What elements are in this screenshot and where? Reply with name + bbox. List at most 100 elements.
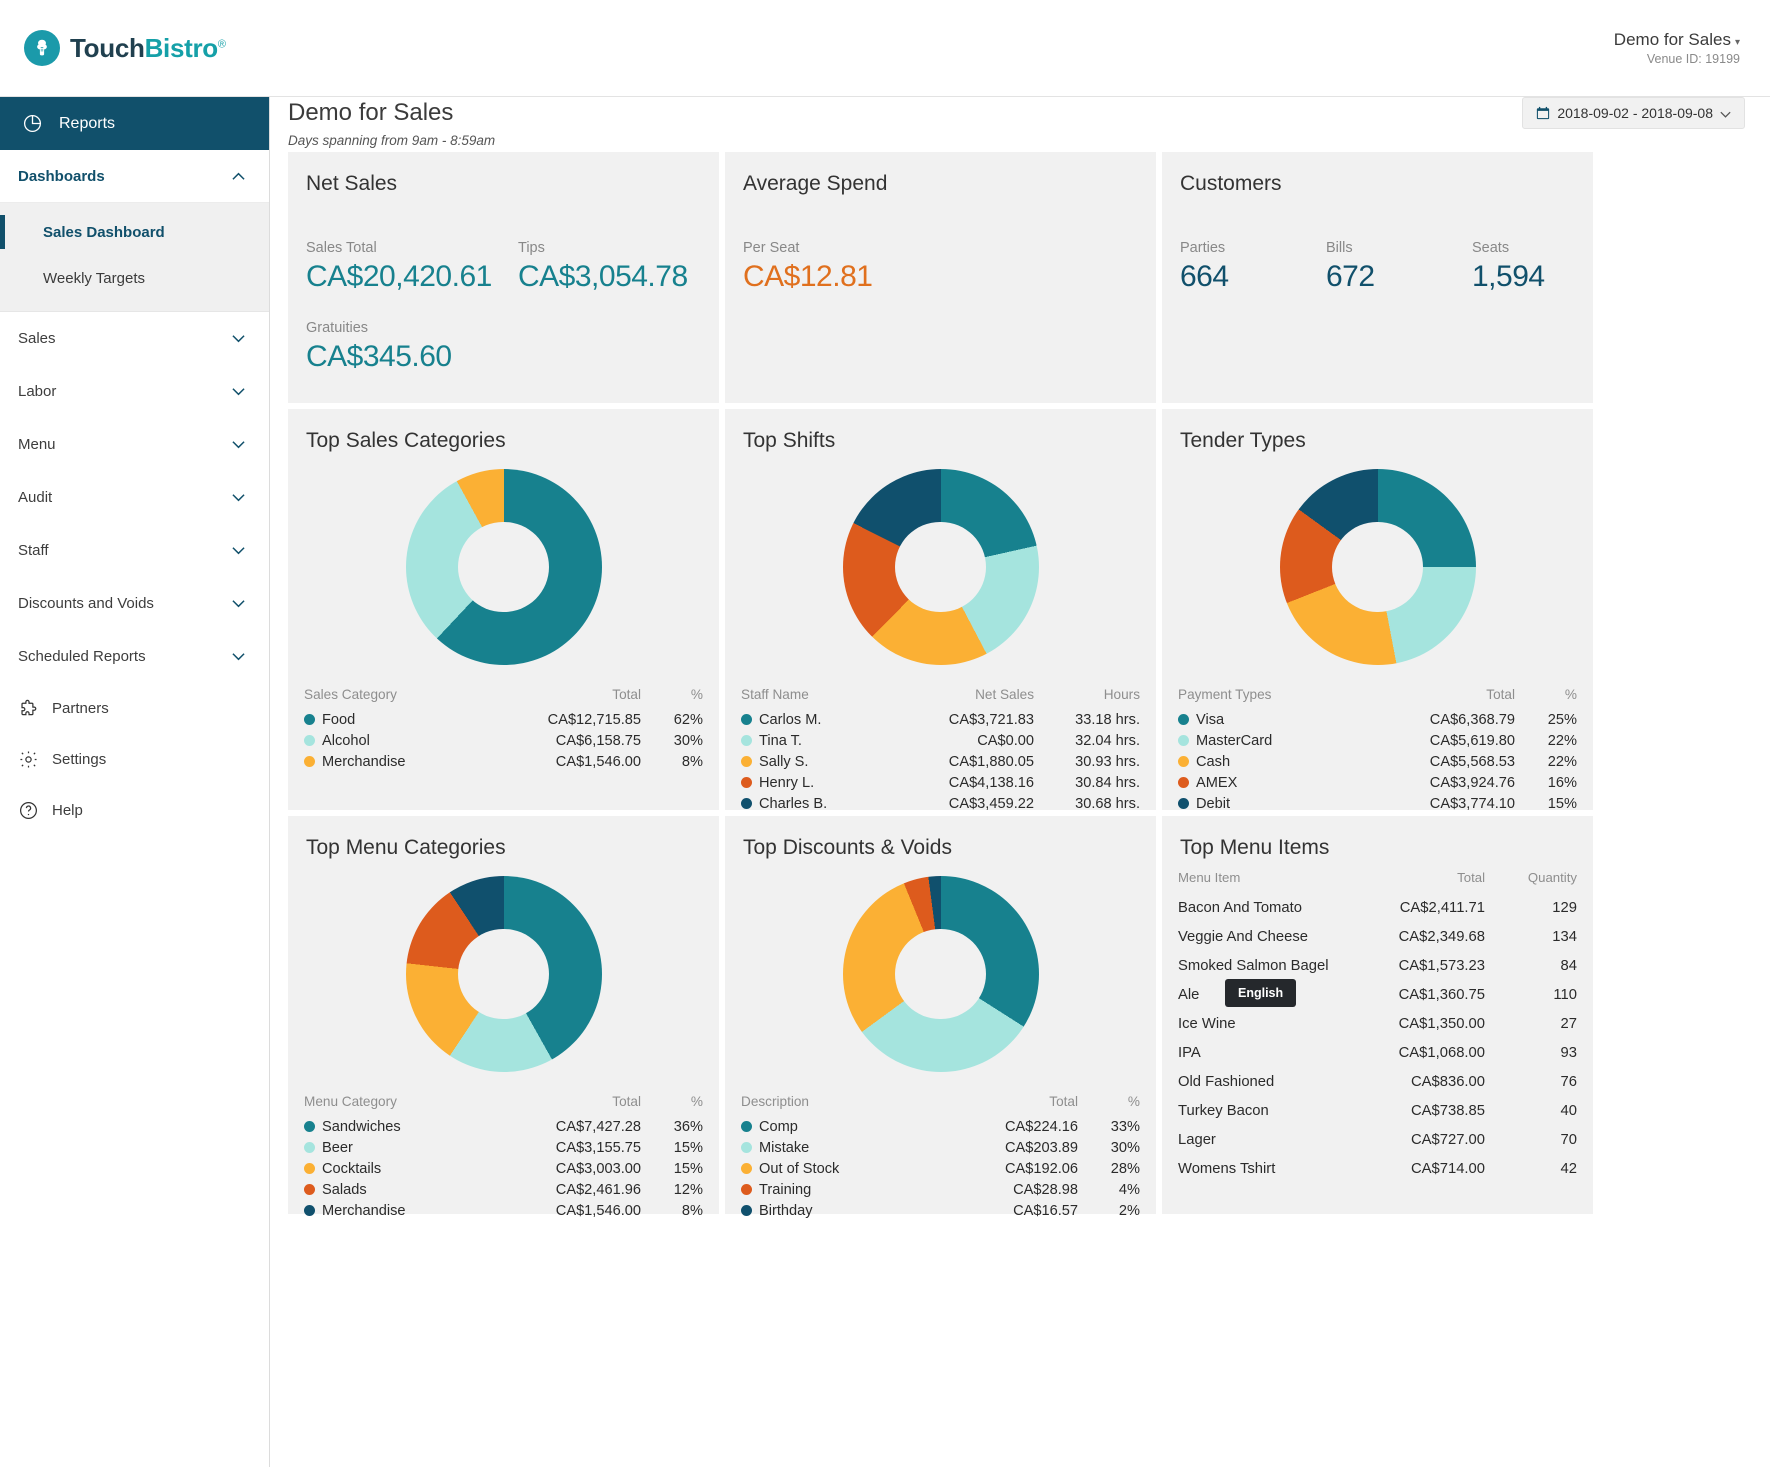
- row-total-cell: CA$1,880.05: [948, 753, 1034, 770]
- top-discounts-voids-title: Top Discounts & Voids: [743, 836, 952, 859]
- top-shifts-table-wrap: Staff Name Net Sales Hours Carlos M. CA$3…: [725, 683, 1156, 814]
- legend-dot-icon: [1178, 776, 1189, 788]
- sidebar-group-scheduled-reports-label: Scheduled Reports: [18, 648, 146, 665]
- table-header-row: Menu Item Total Quantity: [1178, 870, 1577, 893]
- row-menu-item-cell: Veggie And Cheese: [1178, 928, 1308, 945]
- row-quantity-cell: 76: [1560, 1073, 1577, 1090]
- table-row: Cocktails CA$3,003.00 15%: [304, 1158, 703, 1179]
- row-label: Merchandise: [322, 1202, 406, 1219]
- top-sales-categories-donut-chart: [405, 469, 602, 665]
- chevron-down-icon: [232, 491, 245, 504]
- row-label: Henry L.: [759, 774, 815, 791]
- top-discounts-voids-donut-chart: [842, 876, 1039, 1072]
- col-percent: %: [690, 1094, 703, 1109]
- per-seat-value: CA$12.81: [743, 260, 873, 293]
- legend-dot-icon: [741, 1183, 752, 1195]
- col-total: Total: [1457, 870, 1485, 885]
- row-label: Beer: [322, 1139, 353, 1156]
- col-menu-category: Menu Category: [304, 1094, 397, 1109]
- sidebar-item-sales-dashboard-label: Sales Dashboard: [43, 223, 165, 241]
- tender-types-table-wrap: Payment Types Total % Visa CA$6,368.79 25%…: [1162, 683, 1593, 814]
- venue-name-text: Demo for Sales: [1613, 29, 1731, 49]
- average-spend-card: Average Spend Per Seat CA$12.81: [725, 152, 1156, 403]
- tender-types-title: Tender Types: [1180, 429, 1306, 452]
- top-discounts-voids-card: Top Discounts & Voids Description Total …: [725, 816, 1156, 1219]
- legend-dot-icon: [1178, 755, 1189, 767]
- legend-dot-icon: [741, 734, 752, 746]
- row-label-cell: Sandwiches: [304, 1116, 487, 1137]
- row-total-cell: CA$6,368.79: [1429, 711, 1515, 728]
- legend-dot-icon: [304, 1183, 315, 1195]
- sales-total-label: Sales Total: [306, 240, 377, 256]
- sidebar-item-partners[interactable]: Partners: [0, 683, 269, 734]
- sidebar-item-sales-dashboard[interactable]: Sales Dashboard: [0, 209, 269, 255]
- row-label: Birthday: [759, 1202, 813, 1219]
- row-label-cell: MasterCard: [1178, 730, 1355, 751]
- per-seat-label: Per Seat: [743, 240, 800, 256]
- pie-chart-icon: [22, 113, 43, 134]
- sidebar-group-menu[interactable]: Menu: [0, 418, 269, 471]
- table-header-row: Payment Types Total %: [1178, 683, 1577, 709]
- sidebar-group-scheduled-reports[interactable]: Scheduled Reports: [0, 630, 269, 683]
- row-label-cell: Sally S.: [741, 751, 888, 772]
- col-total: Total: [1049, 1094, 1078, 1109]
- row-total-cell: CA$0.00: [977, 732, 1034, 749]
- brand-name-part2: Bistro: [144, 32, 219, 63]
- top-sales-categories-table-body: Food CA$12,715.85 62% Alcohol CA$6,158.75 30%…: [304, 709, 703, 772]
- table-row: Training CA$28.98 4%: [741, 1179, 1140, 1200]
- sidebar-item-help[interactable]: Help: [0, 785, 269, 836]
- table-row: Beer CA$3,155.75 15%: [304, 1137, 703, 1158]
- net-sales-card: Net Sales Sales Total CA$20,420.61 Tips …: [288, 152, 719, 403]
- col-sales-category: Sales Category: [304, 687, 397, 702]
- date-range-picker[interactable]: 2018-09-02 - 2018-09-08: [1522, 97, 1745, 129]
- sidebar-item-reports-label: Reports: [59, 114, 116, 132]
- row-hours-cell: 30.93 hrs.: [1075, 753, 1140, 770]
- chef-hat-icon: [24, 30, 60, 66]
- row-label-cell: Salads: [304, 1179, 487, 1200]
- row-menu-item-cell: Turkey Bacon: [1178, 1102, 1269, 1119]
- sidebar-item-settings[interactable]: Settings: [0, 734, 269, 785]
- bills-label: Bills: [1326, 240, 1353, 256]
- sidebar-group-dashboards[interactable]: Dashboards: [0, 150, 269, 203]
- table-header-row: Staff Name Net Sales Hours: [741, 683, 1140, 709]
- tender-types-donut-wrap: [1162, 453, 1593, 665]
- row-label-cell: Visa: [1178, 709, 1355, 730]
- sidebar-item-weekly-targets[interactable]: Weekly Targets: [0, 255, 269, 301]
- venue-selector[interactable]: Demo for Sales ▾ Venue ID: 19199: [1614, 29, 1770, 68]
- row-total-cell: CA$836.00: [1410, 1073, 1485, 1090]
- row-hours-cell: 32.04 hrs.: [1075, 732, 1140, 749]
- row-total-cell: CA$28.98: [1013, 1181, 1078, 1198]
- sidebar-group-discounts-and-voids[interactable]: Discounts and Voids: [0, 577, 269, 630]
- top-shifts-donut-wrap: [725, 453, 1156, 665]
- sidebar-group-labor[interactable]: Labor: [0, 365, 269, 418]
- table-row: Sandwiches CA$7,427.28 36%: [304, 1116, 703, 1137]
- sidebar-subitems: Sales Dashboard Weekly Targets: [0, 203, 269, 312]
- row-pct-cell: 25%: [1547, 711, 1577, 728]
- date-range-value: 2018-09-02 - 2018-09-08: [1557, 105, 1713, 121]
- sidebar-group-audit[interactable]: Audit: [0, 471, 269, 524]
- table-row: Ice Wine CA$1,350.00 27: [1178, 1009, 1577, 1038]
- row-label: Sandwiches: [322, 1118, 401, 1135]
- row-label-cell: AMEX: [1178, 772, 1355, 793]
- sidebar-item-reports[interactable]: Reports: [0, 97, 269, 150]
- row-pct-cell: 62%: [673, 711, 703, 728]
- average-spend-metrics: Per Seat CA$12.81: [725, 196, 1156, 294]
- legend-dot-icon: [741, 1204, 752, 1216]
- table-row: Veggie And Cheese CA$2,349.68 134: [1178, 922, 1577, 951]
- legend-dot-icon: [741, 776, 752, 788]
- tender-types-table: Payment Types Total % Visa CA$6,368.79 25%…: [1178, 683, 1577, 814]
- col-percent: %: [1127, 1094, 1140, 1109]
- row-quantity-cell: 42: [1560, 1160, 1577, 1177]
- row-label-cell: Birthday: [741, 1200, 934, 1221]
- brand-logo[interactable]: TouchBistro®: [0, 30, 270, 66]
- row-label-cell: Food: [304, 709, 480, 730]
- sidebar-group-sales[interactable]: Sales: [0, 312, 269, 365]
- row-label: Carlos M.: [759, 711, 822, 728]
- legend-dot-icon: [741, 755, 752, 767]
- sidebar-group-staff[interactable]: Staff: [0, 524, 269, 577]
- row-menu-item-cell: Ice Wine: [1178, 1015, 1236, 1032]
- tips-label: Tips: [518, 240, 545, 256]
- table-row: Alcohol CA$6,158.75 30%: [304, 730, 703, 751]
- row-label: Tina T.: [759, 732, 802, 749]
- row-menu-item-cell: Lager: [1178, 1131, 1216, 1148]
